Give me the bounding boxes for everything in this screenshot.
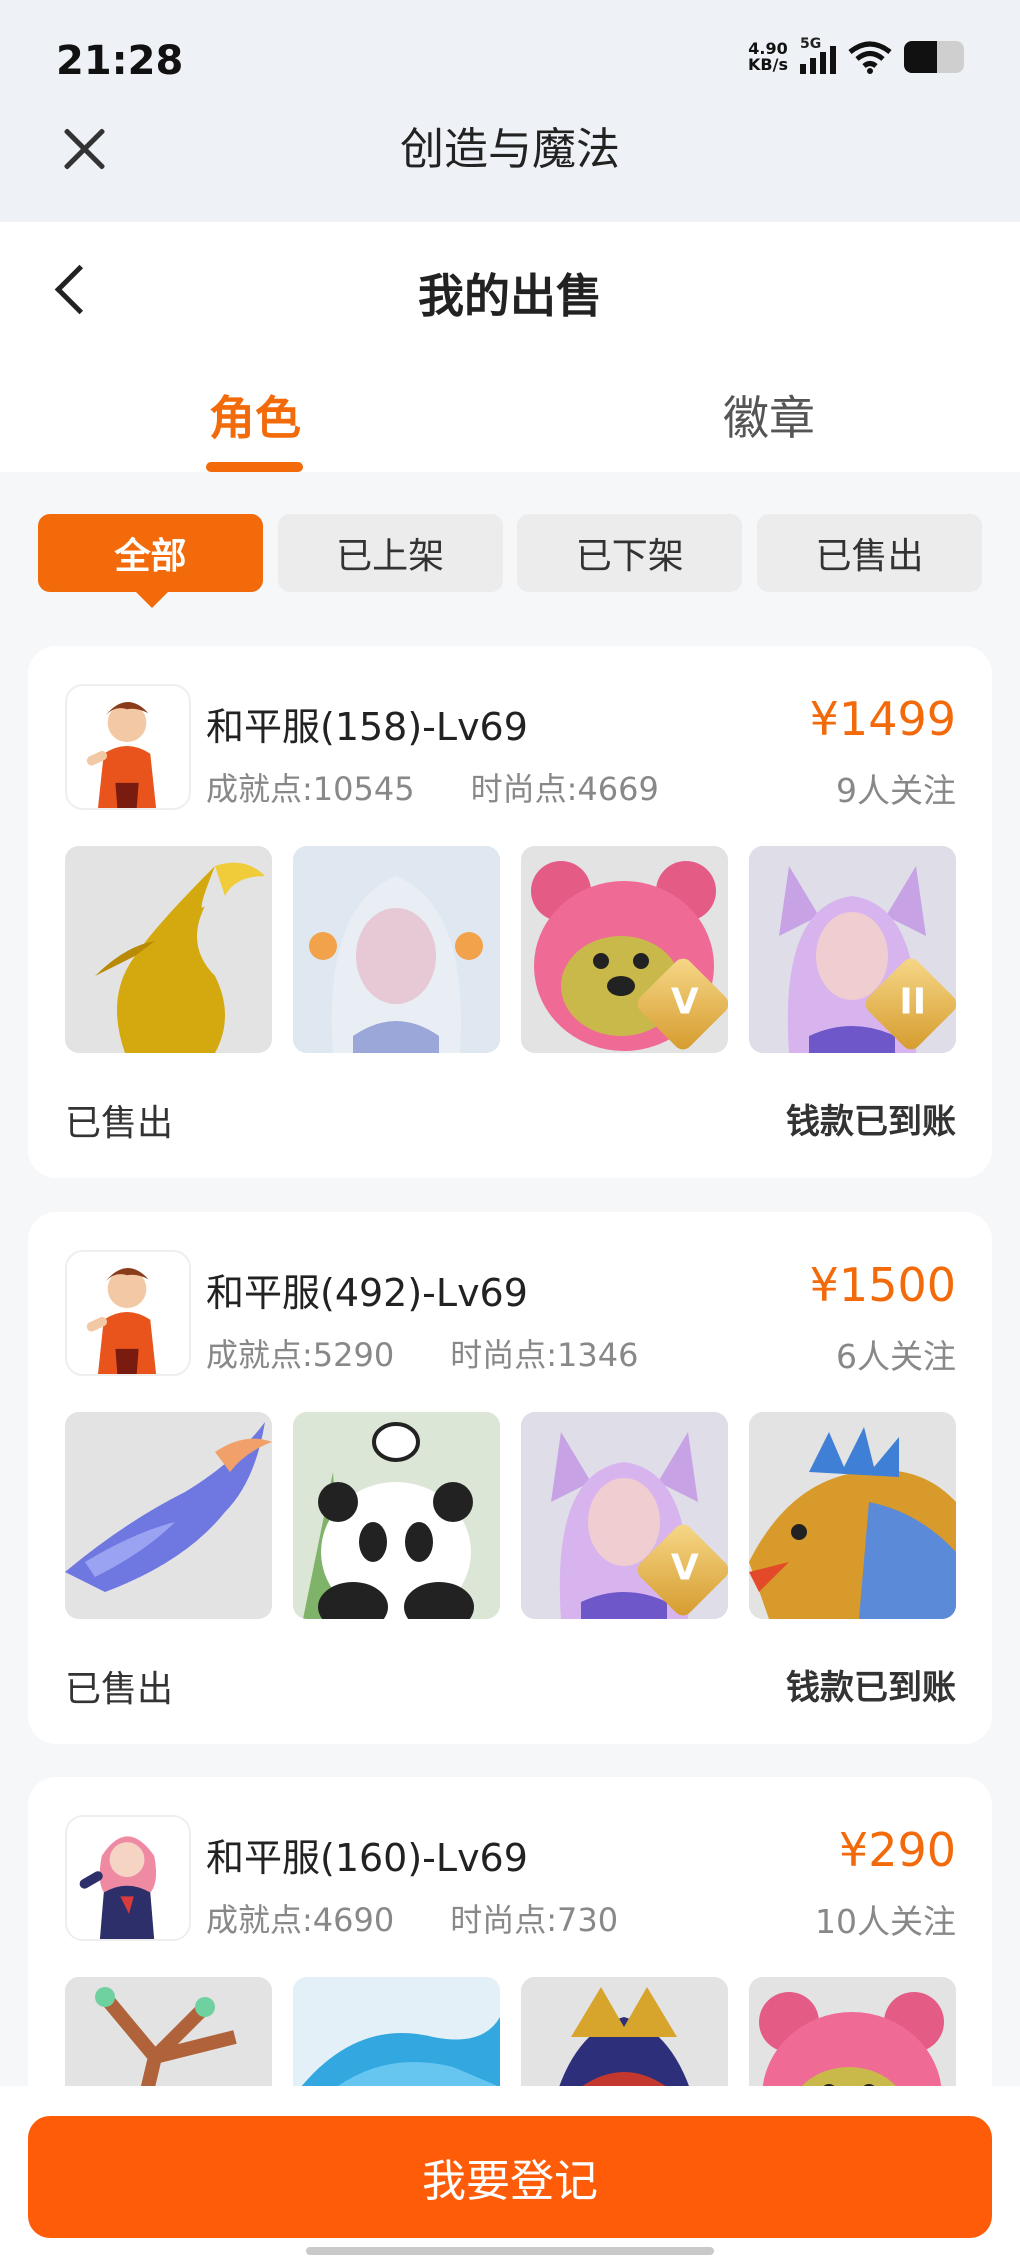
watchers-count: 10人关注 — [815, 1902, 956, 1941]
filter-all[interactable]: 全部 — [38, 514, 263, 608]
bottom-bar: 我要登记 — [0, 2086, 1020, 2267]
fox-ear-girl-skin-icon[interactable]: V — [521, 1412, 728, 1619]
fashion-points: 时尚点:730 — [450, 1901, 619, 1939]
cellular-signal-icon: 5G — [800, 36, 836, 74]
network-speed: 4.90 KB/s — [748, 39, 788, 74]
item-thumbnails: V II — [65, 846, 956, 1053]
character-avatar-icon — [65, 1815, 191, 1941]
listing-status: 已售出 — [65, 1669, 174, 1710]
clock: 21:28 — [56, 38, 184, 84]
silver-haired-fairy-icon[interactable] — [293, 846, 500, 1053]
watchers-count: 6人关注 — [836, 1337, 956, 1376]
achievement-points: 成就点:5290 — [206, 1336, 395, 1374]
register-button[interactable]: 我要登记 — [28, 2116, 992, 2238]
achievement-points: 成就点:10545 — [206, 770, 415, 808]
tab-badges[interactable]: 徽章 — [723, 382, 815, 448]
listing-price: ¥1500 — [809, 1258, 956, 1312]
battery-icon — [904, 41, 964, 73]
status-bar: 21:28 4.90 KB/s 5G — [0, 0, 1020, 120]
tab-roles[interactable]: 角色 — [209, 382, 301, 448]
filter-unlisted[interactable]: 已下架 — [517, 514, 743, 592]
achievement-points: 成就点:4690 — [206, 1901, 395, 1939]
app-bar: 创造与魔法 — [0, 120, 1020, 222]
filter-listed[interactable]: 已上架 — [277, 514, 503, 592]
fox-ear-girl-skin-icon[interactable]: II — [749, 846, 956, 1053]
blue-dragon-pet-icon[interactable] — [65, 1412, 272, 1619]
item-thumbnails: V — [65, 1412, 956, 1619]
home-indicator[interactable] — [306, 2247, 714, 2255]
listing-price: ¥290 — [838, 1823, 956, 1877]
golden-dragon-pet-icon[interactable] — [65, 846, 272, 1053]
pink-bear-mount-icon[interactable]: V — [521, 846, 728, 1053]
listing-name: 和平服(160)-Lv69 — [206, 1836, 528, 1880]
character-avatar-icon — [65, 684, 191, 810]
listing-card[interactable]: 和平服(492)-Lv69 成就点:5290 时尚点:1346 ¥1500 6人… — [28, 1212, 992, 1744]
armored-dragon-mount-icon[interactable] — [749, 1412, 956, 1619]
tab-active-indicator — [206, 462, 303, 472]
fashion-points: 时尚点:1346 — [450, 1336, 639, 1374]
listing-price: ¥1499 — [809, 692, 956, 746]
listing-name: 和平服(158)-Lv69 — [206, 705, 528, 749]
page-header: 我的出售 角色 徽章 — [0, 222, 1020, 472]
character-avatar-icon — [65, 1250, 191, 1376]
filter-bar: 全部 已上架 已下架 已售出 — [38, 514, 982, 608]
filter-sold[interactable]: 已售出 — [756, 514, 982, 592]
system-icons: 4.90 KB/s 5G — [748, 36, 964, 74]
listing-name: 和平服(492)-Lv69 — [206, 1271, 528, 1315]
payment-status: 钱款已到账 — [786, 1668, 956, 1708]
watchers-count: 9人关注 — [836, 771, 956, 810]
wifi-icon — [848, 41, 892, 74]
payment-status: 钱款已到账 — [786, 1102, 956, 1142]
page-title: 我的出售 — [418, 269, 602, 323]
app-title: 创造与魔法 — [400, 124, 620, 175]
fashion-points: 时尚点:4669 — [470, 770, 659, 808]
listing-status: 已售出 — [65, 1103, 174, 1144]
panda-pet-icon[interactable] — [293, 1412, 500, 1619]
listing-card[interactable]: 和平服(158)-Lv69 成就点:10545 时尚点:4669 ¥1499 9… — [28, 646, 992, 1178]
